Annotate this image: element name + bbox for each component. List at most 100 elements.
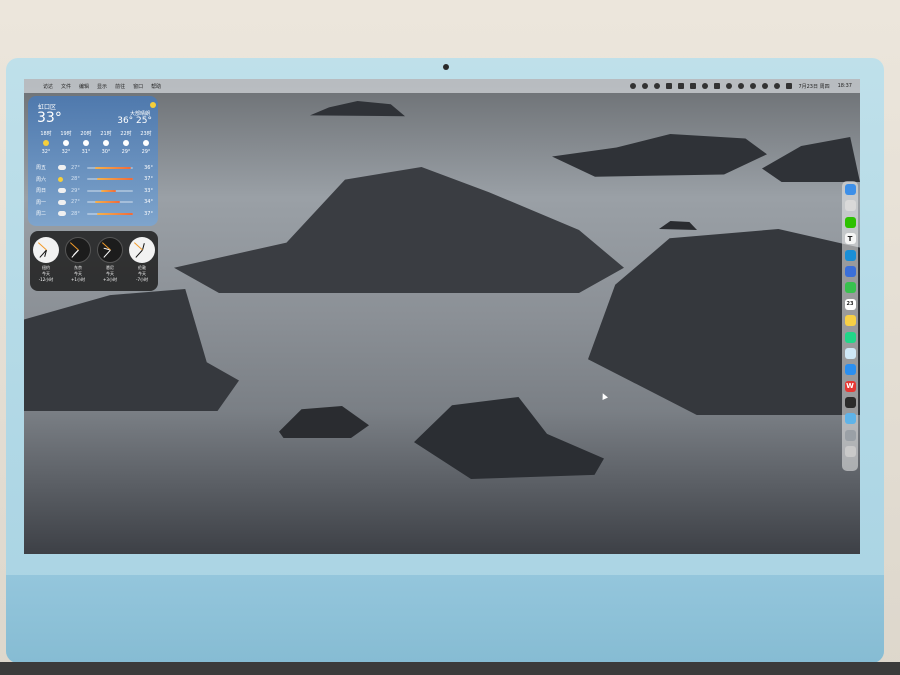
wallpaper-rock [414, 397, 604, 479]
weather-hi: 36° [117, 116, 134, 126]
menu-go[interactable]: 前往 [115, 83, 125, 90]
hour-temp: 31° [81, 149, 91, 155]
wallpaper-rock [174, 167, 624, 293]
hourly-item: 23时 29° [136, 130, 156, 155]
day-lo: 27° [71, 199, 80, 206]
temp-range-bar [87, 212, 133, 215]
status-icon[interactable] [654, 83, 661, 89]
apple-menu-icon[interactable] [32, 83, 38, 89]
user-icon[interactable] [702, 83, 709, 89]
downloads-folder-icon[interactable] [844, 413, 856, 425]
clock-offset: +3小时 [103, 277, 117, 282]
desktop-screen: 访达 文件 编辑 显示 前往 窗口 帮助 7月23日 周四 18:37 虹口区 [24, 79, 860, 554]
clock-item: 伦敦 今天 -7小时 [128, 237, 156, 291]
status-icon[interactable] [642, 83, 649, 89]
cloud-icon [58, 211, 66, 217]
hourly-item: 21时 30° [96, 130, 116, 155]
day-hi: 33° [144, 187, 153, 194]
sun-icon [58, 176, 63, 182]
hour-time: 18时 [40, 131, 52, 137]
edge-icon[interactable] [844, 249, 856, 261]
clock-status-icon[interactable] [762, 83, 769, 89]
sun-icon [150, 102, 156, 108]
daily-row: 周二 28° 37° [36, 208, 156, 220]
preview-icon[interactable] [844, 347, 856, 359]
menu-view[interactable]: 显示 [97, 83, 107, 90]
status-icon[interactable] [666, 83, 673, 89]
notes-icon[interactable] [844, 315, 856, 327]
hour-temp: 30° [101, 149, 111, 155]
status-icon[interactable] [690, 83, 697, 89]
status-icon[interactable] [678, 83, 685, 89]
weather-hourly: 18时 32° 19时 32° 20时 31° 21时 30° 22时 29° … [36, 130, 156, 155]
launchpad-icon[interactable] [844, 200, 856, 212]
day-name: 周日 [36, 188, 47, 195]
moon-icon [83, 140, 89, 146]
weather-current-temp: 33° [37, 110, 62, 126]
imac-chin [6, 575, 884, 663]
weather-daily: 周五 27° 36° 周六 28° 37° 周日 29° 33° 周一 27° … [36, 162, 156, 220]
world-clock-widget[interactable]: 纽约 今天 -12小时 东京 今天 +1小时 悉尼 今天 +3小时 伦敦 今天 … [30, 231, 158, 291]
daily-row: 周日 29° 33° [36, 185, 156, 197]
moon-icon [103, 140, 109, 146]
day-name: 周五 [36, 165, 47, 172]
wallpaper-rock [24, 289, 239, 411]
clock-hand [103, 249, 111, 258]
moon-icon [63, 140, 69, 146]
partly-cloudy-icon [58, 165, 66, 171]
menubar-date[interactable]: 7月23日 周四 [798, 83, 829, 90]
clock-item: 东京 今天 +1小时 [64, 237, 92, 291]
control-center-icon[interactable] [786, 83, 793, 89]
battery-icon[interactable] [714, 83, 721, 89]
hour-temp: 32° [41, 149, 51, 155]
clock-hand [69, 242, 79, 251]
status-icon[interactable] [726, 83, 733, 89]
pycharm-icon[interactable] [844, 331, 856, 343]
hour-time: 21时 [100, 131, 112, 137]
menu-help[interactable]: 帮助 [151, 83, 161, 90]
search-icon[interactable] [774, 83, 781, 89]
day-lo: 27° [71, 164, 80, 171]
finder-icon[interactable] [844, 184, 856, 195]
weather-lo: 25° [136, 116, 152, 126]
hour-temp: 29° [121, 149, 131, 155]
hourly-item: 20时 31° [76, 130, 96, 155]
mail-icon[interactable] [844, 364, 856, 376]
moon-icon [143, 140, 149, 146]
day-lo: 29° [71, 187, 80, 194]
day-lo: 28° [71, 210, 80, 217]
menu-window[interactable]: 窗口 [133, 83, 143, 90]
wechat-status-icon[interactable] [630, 83, 637, 89]
wallpaper-rock [588, 229, 860, 415]
daily-row: 周六 28° 37° [36, 174, 156, 186]
facetime-icon[interactable] [844, 282, 856, 294]
files-folder-icon[interactable] [844, 429, 856, 441]
clock-face-icon [33, 237, 59, 263]
clock-face-icon [97, 237, 123, 263]
wallpaper-rock [310, 101, 405, 117]
clock-offset: +1小时 [71, 277, 85, 282]
wallpaper-rock [659, 221, 697, 230]
menu-edit[interactable]: 编辑 [79, 83, 89, 90]
apps-grid-icon[interactable] [844, 265, 856, 277]
calendar-icon[interactable]: 23 [844, 298, 856, 310]
typora-icon[interactable]: T [844, 233, 856, 245]
dock: T 23 W [842, 181, 858, 471]
status-icon[interactable] [738, 83, 745, 89]
menubar-time[interactable]: 18:37 [838, 83, 852, 89]
hourly-item: 22时 29° [116, 130, 136, 155]
trash-icon[interactable] [844, 446, 856, 458]
clock-hand [135, 249, 143, 258]
hour-temp: 29° [141, 149, 151, 155]
status-icon[interactable] [750, 83, 757, 89]
day-hi: 36° [144, 164, 153, 171]
day-hi: 34° [144, 199, 153, 206]
wechat-icon[interactable] [844, 216, 856, 228]
terminal-icon[interactable] [844, 397, 856, 409]
menu-file[interactable]: 文件 [61, 83, 71, 90]
weather-widget[interactable]: 虹口区 33° 大部晴朗 36° 25° 18时 32° 19时 32° 20时… [28, 96, 158, 226]
hour-time: 19时 [60, 131, 72, 137]
menu-finder[interactable]: 访达 [43, 83, 53, 90]
wps-icon[interactable]: W [844, 380, 856, 392]
clock-hand [37, 242, 47, 251]
